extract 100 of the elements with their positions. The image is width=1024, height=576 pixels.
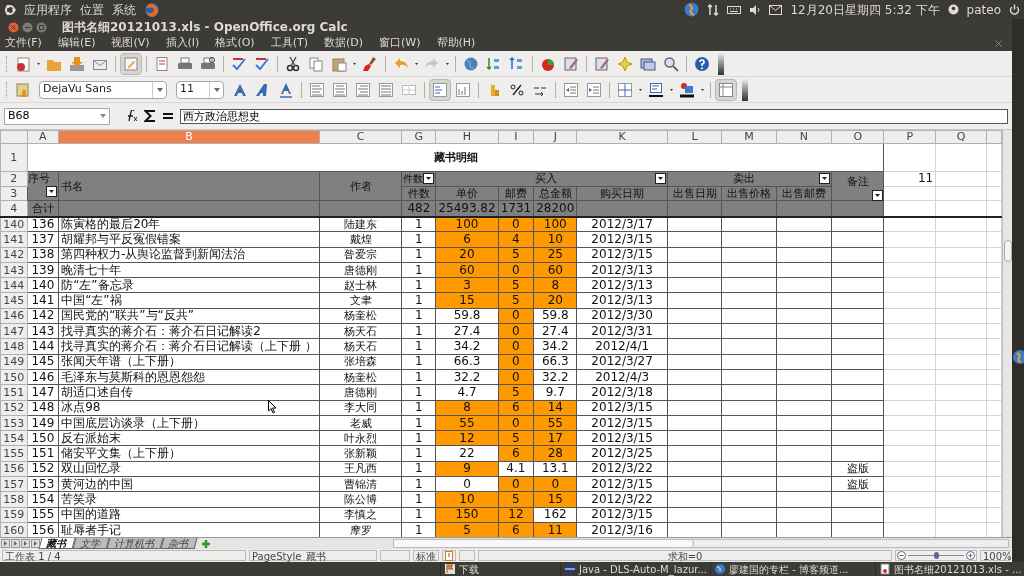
globe-icon[interactable] [684, 2, 700, 17]
menu-item[interactable]: 编辑(E) [57, 34, 96, 52]
menu-item[interactable]: 文件(F) [5, 34, 42, 52]
new-document-icon [15, 55, 31, 72]
column-header[interactable]: K [576, 130, 668, 144]
dropdown-arrow-icon [97, 112, 109, 120]
scrollbar-thumb[interactable] [1003, 240, 1012, 262]
toolbar-handle[interactable] [718, 52, 724, 75]
column-header[interactable]: A [27, 130, 59, 144]
table-cell: 2012/3/17 [576, 216, 668, 232]
align-left-icon [309, 81, 325, 98]
table-cell: 1 [401, 247, 436, 263]
print-preview-icon [200, 55, 216, 72]
user-icon[interactable] [947, 4, 959, 15]
column-header[interactable]: J [533, 130, 577, 144]
close-window-button[interactable] [8, 21, 19, 33]
user-name[interactable]: pateo [966, 0, 1001, 19]
minimize-button[interactable] [22, 21, 33, 33]
table-cell: 晚清七十年 [58, 262, 320, 278]
column-header[interactable]: C [319, 130, 402, 144]
font-name-field[interactable]: DejaVu Sans [39, 80, 167, 99]
scissors-icon [285, 55, 301, 72]
menu-item[interactable]: 帮助(H) [436, 34, 476, 52]
wrap-text-icon [432, 81, 448, 98]
filter-dropdown-button[interactable] [423, 173, 435, 185]
taskbar-button[interactable]: 下载 [440, 562, 560, 576]
wrap-text-button[interactable] [429, 78, 451, 101]
panel-menu[interactable]: 系统 [112, 0, 136, 19]
table-cell: 2012/3/27 [576, 354, 668, 370]
sheet-nav-button[interactable] [1, 539, 10, 548]
column-header[interactable]: O [831, 130, 884, 144]
status-field [380, 550, 410, 561]
filter-dropdown-button[interactable] [872, 190, 884, 201]
taskbar-button[interactable]: Java - DLS-Auto-M_lazur... [560, 562, 710, 576]
table-cell: 1 [401, 461, 436, 477]
column-header-label: 备注 [846, 174, 869, 190]
filter-dropdown-button[interactable] [819, 173, 831, 185]
row-header[interactable]: 1 [0, 143, 28, 172]
column-header[interactable]: H [435, 130, 499, 144]
keyboard-icon[interactable] [727, 4, 742, 15]
network-arrows-icon[interactable] [707, 3, 720, 16]
toolbar-handle[interactable] [742, 78, 748, 101]
column-header[interactable]: Q [935, 130, 987, 144]
column-header[interactable]: I [498, 130, 534, 144]
column-header[interactable]: N [776, 130, 832, 144]
name-box[interactable]: B68 [4, 107, 110, 125]
menu-item[interactable]: 工具(T) [270, 34, 308, 52]
close-icon[interactable] [995, 39, 1002, 47]
zoom-in-icon[interactable] [966, 551, 975, 560]
menu-item[interactable]: 窗口(W) [379, 34, 421, 52]
maximize-button[interactable] [36, 21, 47, 33]
sum-icon[interactable] [144, 109, 156, 123]
ubuntu-logo-icon[interactable] [4, 3, 16, 16]
browser-icon[interactable] [144, 1, 160, 18]
sheet-nav-button[interactable] [21, 539, 30, 548]
table-cell: 152 [27, 461, 59, 477]
table-cell: 陆建东 [319, 216, 402, 232]
column-header[interactable]: L [667, 130, 722, 144]
taskbar-button[interactable]: 图书名细20121013.xls - ... [875, 562, 1024, 576]
envelope-icon[interactable] [769, 4, 783, 15]
line-style-icon [648, 81, 664, 98]
speaker-icon[interactable] [749, 4, 762, 15]
equals-icon[interactable] [162, 111, 174, 121]
panel-menu[interactable]: 应用程序 [24, 0, 72, 19]
column-header-label: 序号 [27, 172, 51, 186]
table-cell: 盗版 [831, 461, 884, 477]
table-cell: 中国的道路 [58, 507, 320, 523]
menu-item[interactable]: 视图(V) [111, 34, 150, 52]
sheet-nav-button[interactable] [11, 539, 20, 548]
table-cell: 136 [27, 216, 59, 232]
table-cell: 143 [27, 323, 59, 339]
filter-dropdown-button[interactable] [46, 186, 58, 197]
menu-item[interactable]: 数据(D) [323, 34, 364, 52]
sheet-nav-button[interactable] [31, 539, 40, 548]
slider-thumb[interactable] [934, 552, 939, 559]
column-header[interactable]: M [721, 130, 777, 144]
zoom-out-icon[interactable] [897, 551, 906, 560]
table-cell: 142 [27, 308, 59, 324]
panel-menu[interactable]: 位置 [80, 0, 104, 19]
power-icon[interactable] [1009, 4, 1020, 15]
menu-item[interactable]: 插入(I) [165, 34, 200, 52]
font-size-field[interactable]: 11 [176, 80, 224, 99]
table-cell: 找寻真实的蒋介石：蒋介石日记解读（上下册 ） [58, 338, 320, 355]
styles-icon [15, 81, 31, 98]
scrollbar-thumb[interactable] [394, 540, 694, 547]
table-cell: 张培森 [319, 354, 402, 370]
table-cell: 155 [27, 507, 59, 523]
check-icon [231, 55, 247, 72]
menu-item[interactable]: 格式(O) [215, 34, 255, 52]
filter-dropdown-button[interactable] [654, 173, 666, 185]
column-header-label: 卖出 [732, 172, 756, 186]
clock[interactable]: 12月20日星期四 5:32 下午 [790, 0, 940, 19]
formula-input-field[interactable]: 西方政治思想史 [180, 108, 1008, 124]
window-title: 图书名细20121013.xls - OpenOffice.org Calc [62, 19, 348, 36]
taskbar-button[interactable]: 廖建国的专栏 - 博客频道... [710, 562, 875, 576]
table-cell: 2012/3/22 [576, 461, 668, 477]
selection-mode-label: 标准 [413, 550, 439, 561]
column-header[interactable]: G [401, 130, 436, 144]
globe-icon[interactable] [1012, 349, 1024, 365]
column-header[interactable]: P [884, 130, 936, 144]
